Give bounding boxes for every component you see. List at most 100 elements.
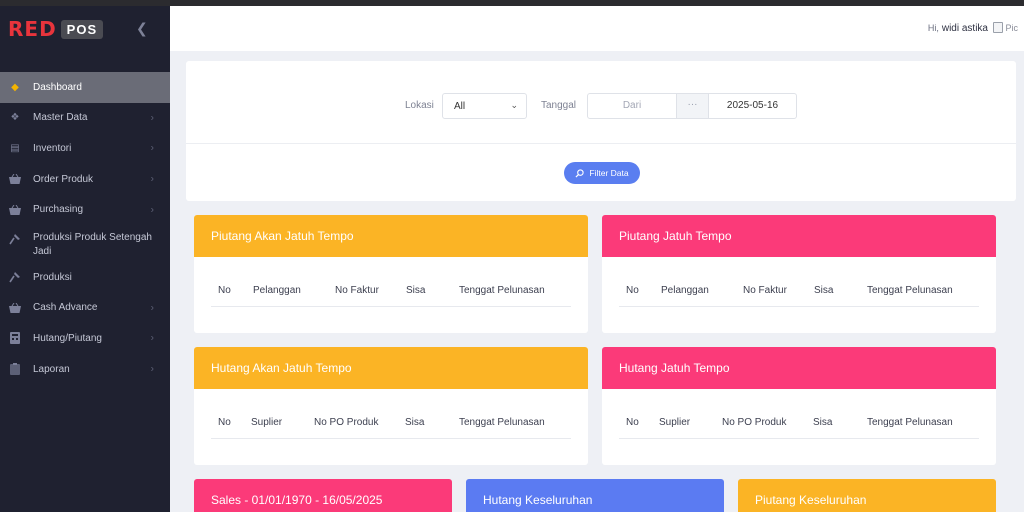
date-to-input[interactable]: 2025-05-16 bbox=[708, 93, 797, 119]
chevron-right-icon: › bbox=[150, 173, 154, 185]
sidebar-item-produksi-setengah-jadi[interactable]: Produksi Produk Setengah Jadi bbox=[0, 225, 170, 262]
user-greeting[interactable]: Hi, widi astika bbox=[928, 23, 988, 34]
sidebar-item-hutang-piutang[interactable]: Hutang/Piutang › bbox=[0, 323, 170, 354]
avatar[interactable]: Pic bbox=[993, 22, 1018, 33]
sidebar-item-laporan[interactable]: Laporan › bbox=[0, 354, 170, 385]
column-header[interactable]: Pelanggan bbox=[253, 285, 301, 296]
column-header[interactable]: Pelanggan bbox=[661, 285, 709, 296]
card-piutang-jatuh-tempo: Piutang Jatuh Tempo No Pelanggan No Fakt… bbox=[602, 215, 996, 333]
chevron-right-icon: › bbox=[150, 332, 154, 344]
sidebar-item-label: Dashboard bbox=[33, 81, 82, 93]
basket-icon bbox=[9, 302, 21, 314]
column-header[interactable]: Sisa bbox=[405, 417, 424, 428]
brand-pos-badge: POS bbox=[60, 19, 104, 39]
sidebar-item-purchasing[interactable]: Purchasing › bbox=[0, 194, 170, 225]
column-header[interactable]: Tenggat Pelunasan bbox=[459, 285, 545, 296]
card-sales: Sales - 01/01/1970 - 16/05/2025 bbox=[194, 479, 452, 512]
sidebar-item-order-produk[interactable]: Order Produk › bbox=[0, 164, 170, 195]
card-header: Piutang Jatuh Tempo bbox=[602, 215, 996, 257]
lokasi-label: Lokasi bbox=[405, 100, 434, 111]
nodes-icon: ❖ bbox=[10, 112, 20, 124]
column-header[interactable]: No PO Produk bbox=[722, 417, 786, 428]
broken-image-icon bbox=[993, 22, 1004, 33]
filter-panel: Lokasi All ⌄ Tanggal Dari ··· 2025-05-16… bbox=[186, 61, 1016, 201]
column-header[interactable]: No bbox=[626, 285, 639, 296]
sidebar-item-label: Hutang/Piutang bbox=[33, 332, 102, 344]
clipboard-icon bbox=[9, 363, 21, 376]
chevron-right-icon: › bbox=[150, 204, 154, 216]
search-icon bbox=[575, 168, 585, 178]
card-header: Sales - 01/01/1970 - 16/05/2025 bbox=[194, 479, 452, 512]
column-header[interactable]: Sisa bbox=[814, 285, 833, 296]
card-piutang-keseluruhan: Piutang Keseluruhan bbox=[738, 479, 996, 512]
card-header: Hutang Keseluruhan bbox=[466, 479, 724, 512]
sidebar-item-label: Laporan bbox=[33, 363, 70, 375]
hammer-icon bbox=[9, 233, 21, 245]
sidebar-item-label: Purchasing bbox=[33, 204, 84, 216]
brand-red-text: RED bbox=[8, 17, 57, 41]
column-header[interactable]: No PO Produk bbox=[314, 417, 378, 428]
column-header[interactable]: Tenggat Pelunasan bbox=[867, 417, 953, 428]
column-header[interactable]: No bbox=[626, 417, 639, 428]
card-header: Piutang Keseluruhan bbox=[738, 479, 996, 512]
sidebar-item-label: Cash Advance bbox=[33, 302, 98, 314]
table-header-row: No Suplier No PO Produk Sisa Tenggat Pel… bbox=[619, 405, 979, 439]
tanggal-label: Tanggal bbox=[541, 100, 577, 111]
table-header-row: No Pelanggan No Faktur Sisa Tenggat Pelu… bbox=[619, 273, 979, 307]
basket-icon bbox=[9, 204, 21, 216]
chevron-down-icon: ⌄ bbox=[510, 100, 518, 110]
chevron-right-icon: › bbox=[150, 363, 154, 375]
card-hutang-keseluruhan: Hutang Keseluruhan bbox=[466, 479, 724, 512]
diamond-icon: ◆ bbox=[11, 81, 19, 93]
sidebar-item-label: Produksi bbox=[33, 271, 72, 283]
sidebar-item-label: Master Data bbox=[33, 112, 88, 124]
box-icon: ▤ bbox=[10, 142, 20, 154]
sidebar-item-label: Inventori bbox=[33, 142, 72, 154]
card-header: Piutang Akan Jatuh Tempo bbox=[194, 215, 588, 257]
chevron-right-icon: › bbox=[150, 142, 154, 154]
date-from-input[interactable]: Dari bbox=[587, 93, 677, 119]
sidebar: RED POS ❮ ◆ Dashboard ❖ Master Data › ▤ … bbox=[0, 6, 170, 512]
filter-data-button[interactable]: Filter Data bbox=[564, 162, 640, 184]
calculator-icon bbox=[9, 332, 21, 345]
column-header[interactable]: Suplier bbox=[251, 417, 282, 428]
sidebar-item-inventori[interactable]: ▤ Inventori › bbox=[0, 133, 170, 164]
column-header[interactable]: Tenggat Pelunasan bbox=[459, 417, 545, 428]
filter-divider bbox=[186, 143, 1016, 144]
lokasi-selected-value: All bbox=[454, 101, 466, 112]
avatar-alt-text: Pic bbox=[1005, 22, 1018, 33]
card-piutang-akan-jatuh-tempo: Piutang Akan Jatuh Tempo No Pelanggan No… bbox=[194, 215, 588, 333]
lokasi-select[interactable]: All ⌄ bbox=[442, 93, 527, 119]
sidebar-nav: ◆ Dashboard ❖ Master Data › ▤ Inventori … bbox=[0, 72, 170, 384]
chevron-right-icon: › bbox=[150, 112, 154, 124]
table-header-row: No Suplier No PO Produk Sisa Tenggat Pel… bbox=[211, 405, 571, 439]
sidebar-item-cash-advance[interactable]: Cash Advance › bbox=[0, 293, 170, 324]
card-hutang-jatuh-tempo: Hutang Jatuh Tempo No Suplier No PO Prod… bbox=[602, 347, 996, 465]
column-header[interactable]: Sisa bbox=[406, 285, 425, 296]
date-range-separator: ··· bbox=[676, 93, 709, 119]
card-header: Hutang Akan Jatuh Tempo bbox=[194, 347, 588, 389]
column-header[interactable]: Suplier bbox=[659, 417, 690, 428]
sidebar-item-dashboard[interactable]: ◆ Dashboard bbox=[0, 72, 170, 103]
hammer-icon bbox=[9, 271, 21, 283]
sidebar-item-produksi[interactable]: Produksi bbox=[0, 262, 170, 293]
collapse-sidebar-icon[interactable]: ❮ bbox=[136, 20, 148, 37]
column-header[interactable]: No bbox=[218, 417, 231, 428]
greeting-text: Hi, bbox=[927, 23, 939, 33]
column-header[interactable]: No bbox=[218, 285, 231, 296]
column-header[interactable]: No Faktur bbox=[335, 285, 379, 296]
sidebar-item-master-data[interactable]: ❖ Master Data › bbox=[0, 103, 170, 134]
table-header-row: No Pelanggan No Faktur Sisa Tenggat Pelu… bbox=[211, 273, 571, 307]
chevron-right-icon: › bbox=[150, 302, 154, 314]
user-name: widi astika bbox=[941, 23, 988, 34]
filter-button-label: Filter Data bbox=[589, 168, 629, 178]
brand-logo[interactable]: RED POS bbox=[8, 17, 104, 41]
column-header[interactable]: No Faktur bbox=[743, 285, 787, 296]
column-header[interactable]: Tenggat Pelunasan bbox=[867, 285, 953, 296]
sidebar-item-label: Produksi Produk Setengah Jadi bbox=[33, 231, 152, 257]
top-header: Hi, widi astika Pic bbox=[170, 6, 1024, 51]
basket-icon bbox=[9, 173, 21, 185]
column-header[interactable]: Sisa bbox=[813, 417, 832, 428]
card-hutang-akan-jatuh-tempo: Hutang Akan Jatuh Tempo No Suplier No PO… bbox=[194, 347, 588, 465]
card-header: Hutang Jatuh Tempo bbox=[602, 347, 996, 389]
